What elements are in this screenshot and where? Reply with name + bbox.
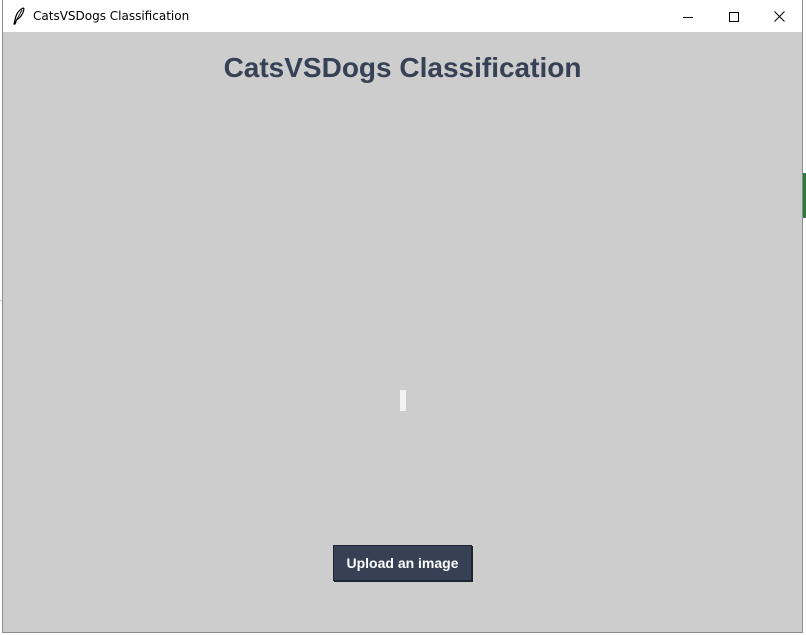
- feather-icon: [12, 7, 26, 25]
- title-bar[interactable]: CatsVSDogs Classification: [3, 0, 802, 32]
- app-window: CatsVSDogs Classification CatsVSDogs Cla…: [2, 0, 803, 633]
- page-title: CatsVSDogs Classification: [223, 52, 582, 83]
- minimize-icon: [683, 7, 693, 26]
- close-button[interactable]: [756, 0, 802, 32]
- close-icon: [773, 7, 785, 26]
- minimize-button[interactable]: [665, 0, 711, 32]
- main-content: CatsVSDogs Classification Upload an imag…: [3, 32, 802, 632]
- maximize-icon: [729, 7, 739, 26]
- maximize-button[interactable]: [711, 0, 757, 32]
- image-display-label: [400, 390, 406, 411]
- upload-image-button[interactable]: Upload an image: [333, 545, 472, 581]
- window-title: CatsVSDogs Classification: [33, 9, 190, 23]
